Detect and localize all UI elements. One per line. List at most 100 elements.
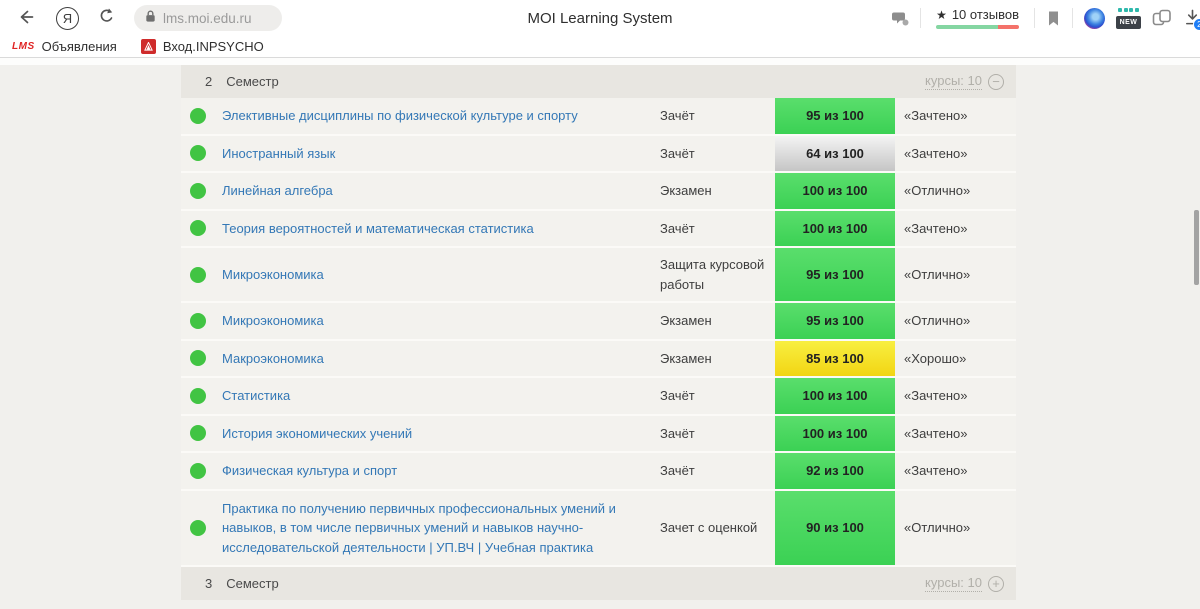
course-name-cell: Элективные дисциплины по физической куль… xyxy=(222,98,660,134)
lms-favicon: LMS xyxy=(12,41,35,52)
divider xyxy=(920,8,921,28)
status-dot-cell xyxy=(181,145,222,161)
bookmark-flag-icon[interactable] xyxy=(1046,10,1061,27)
course-link[interactable]: Элективные дисциплины по физической куль… xyxy=(222,108,578,123)
status-dot-cell xyxy=(181,388,222,404)
course-link[interactable]: Микроэкономика xyxy=(222,313,324,328)
address-bar[interactable]: lms.moi.edu.ru xyxy=(134,5,282,31)
status-dot-icon xyxy=(190,267,206,283)
refresh-button[interactable] xyxy=(97,7,116,29)
course-link[interactable]: Иностранный язык xyxy=(222,146,335,161)
collections-icon[interactable] xyxy=(1152,9,1172,27)
grade-text: «Зачтено» xyxy=(895,221,1016,236)
yandex-logo-icon[interactable]: Я xyxy=(56,7,79,30)
divider xyxy=(1034,8,1035,28)
status-dot-icon xyxy=(190,183,206,199)
score-badge-cell: 64 из 100 xyxy=(775,136,895,172)
course-link[interactable]: Физическая культура и спорт xyxy=(222,463,397,478)
course-link[interactable]: Практика по получению первичных професси… xyxy=(222,501,616,555)
grade-text: «Зачтено» xyxy=(895,426,1016,441)
status-dot-icon xyxy=(190,350,206,366)
status-dot-icon xyxy=(190,145,206,161)
course-row: Теория вероятностей и математическая ста… xyxy=(181,211,1016,249)
crest-favicon xyxy=(141,39,156,54)
status-dot-cell xyxy=(181,350,222,366)
site-reviews-button[interactable]: ★ 10 отзывов xyxy=(932,7,1023,29)
grade-text: «Отлично» xyxy=(895,520,1016,535)
grade-text: «Зачтено» xyxy=(895,388,1016,403)
control-type: Защита курсовой работы xyxy=(660,255,775,294)
course-row: Микроэкономика Защита курсовой работы 95… xyxy=(181,248,1016,303)
control-type: Экзамен xyxy=(660,311,775,331)
bookmark-item-announcements[interactable]: LMS Объявления xyxy=(12,39,117,54)
bookmarks-bar: LMS Объявления Вход.INPSYCHO xyxy=(0,36,1200,58)
reviews-count-label: 10 отзывов xyxy=(952,7,1019,22)
status-dot-cell xyxy=(181,520,222,536)
course-row: Элективные дисциплины по физической куль… xyxy=(181,98,1016,136)
extension-new-icon[interactable]: NEW xyxy=(1116,8,1141,29)
course-name-cell: Иностранный язык xyxy=(222,136,660,172)
new-icon-dots xyxy=(1118,8,1139,13)
vertical-scrollbar[interactable] xyxy=(1194,210,1199,285)
score-badge: 90 из 100 xyxy=(775,491,895,566)
course-name-cell: Линейная алгебра xyxy=(222,173,660,209)
course-link[interactable]: Линейная алгебра xyxy=(222,183,333,198)
score-badge: 85 из 100 xyxy=(775,341,895,377)
score-badge-cell: 85 из 100 xyxy=(775,341,895,377)
score-badge: 95 из 100 xyxy=(775,248,895,301)
toolbar-right-cluster: ★ 10 отзывов NEW 2 xyxy=(890,7,1200,29)
status-dot-icon xyxy=(190,463,206,479)
status-dot-cell xyxy=(181,425,222,441)
score-badge: 100 из 100 xyxy=(775,416,895,452)
course-link[interactable]: История экономических учений xyxy=(222,426,412,441)
downloads-button[interactable]: 2 xyxy=(1183,8,1200,29)
control-type: Зачёт xyxy=(660,106,775,126)
course-link[interactable]: Теория вероятностей и математическая ста… xyxy=(222,221,534,236)
score-badge: 100 из 100 xyxy=(775,378,895,414)
course-name-cell: Микроэкономика xyxy=(222,303,660,339)
semester-header: 2 Семестр курсы: 10 − xyxy=(181,65,1016,98)
lock-icon xyxy=(144,9,157,28)
course-link[interactable]: Статистика xyxy=(222,388,290,403)
semester-label: Семестр xyxy=(226,576,278,591)
course-list: Элективные дисциплины по физической куль… xyxy=(181,98,1016,567)
semester-expand-control[interactable]: курсы: 10 + xyxy=(925,575,1004,592)
course-link[interactable]: Микроэкономика xyxy=(222,267,324,282)
score-badge: 92 из 100 xyxy=(775,453,895,489)
status-dot-cell xyxy=(181,220,222,236)
course-row: История экономических учений Зачёт 100 и… xyxy=(181,416,1016,454)
course-name-cell: Микроэкономика xyxy=(222,257,660,293)
extension-browser-icon[interactable] xyxy=(1084,8,1105,29)
score-badge-cell: 100 из 100 xyxy=(775,173,895,209)
course-name-cell: Макроэкономика xyxy=(222,341,660,377)
course-row: Микроэкономика Экзамен 95 из 100 «Отличн… xyxy=(181,303,1016,341)
bookmark-item-inpsycho[interactable]: Вход.INPSYCHO xyxy=(141,39,264,54)
course-link[interactable]: Макроэкономика xyxy=(222,351,324,366)
score-badge: 100 из 100 xyxy=(775,173,895,209)
control-type: Зачёт xyxy=(660,386,775,406)
semester-collapse-control[interactable]: курсы: 10 − xyxy=(925,73,1004,90)
plus-circle-icon: + xyxy=(988,576,1004,592)
course-name-cell: История экономических учений xyxy=(222,416,660,452)
status-dot-cell xyxy=(181,463,222,479)
course-row: Линейная алгебра Экзамен 100 из 100 «Отл… xyxy=(181,173,1016,211)
protect-icon[interactable] xyxy=(890,10,909,27)
control-type: Зачёт xyxy=(660,461,775,481)
status-dot-cell xyxy=(181,267,222,283)
divider xyxy=(1072,8,1073,28)
courses-count-label: курсы: 10 xyxy=(925,575,982,592)
semester-number: 2 xyxy=(205,74,212,89)
browser-toolbar: Я lms.moi.edu.ru MOI Learning System ★ 1… xyxy=(0,0,1200,36)
grade-text: «Отлично» xyxy=(895,183,1016,198)
courses-count-label: курсы: 10 xyxy=(925,73,982,90)
score-badge-cell: 95 из 100 xyxy=(775,303,895,339)
course-row: Физическая культура и спорт Зачёт 92 из … xyxy=(181,453,1016,491)
back-arrow-icon xyxy=(16,7,36,30)
back-button[interactable] xyxy=(16,7,36,30)
grade-text: «Зачтено» xyxy=(895,108,1016,123)
course-name-cell: Теория вероятностей и математическая ста… xyxy=(222,211,660,247)
grade-text: «Отлично» xyxy=(895,267,1016,282)
semester-grade-table: 2 Семестр курсы: 10 − Элективные дисципл… xyxy=(181,65,1016,600)
bookmark-label: Объявления xyxy=(42,39,117,54)
bookmark-label: Вход.INPSYCHO xyxy=(163,39,264,54)
